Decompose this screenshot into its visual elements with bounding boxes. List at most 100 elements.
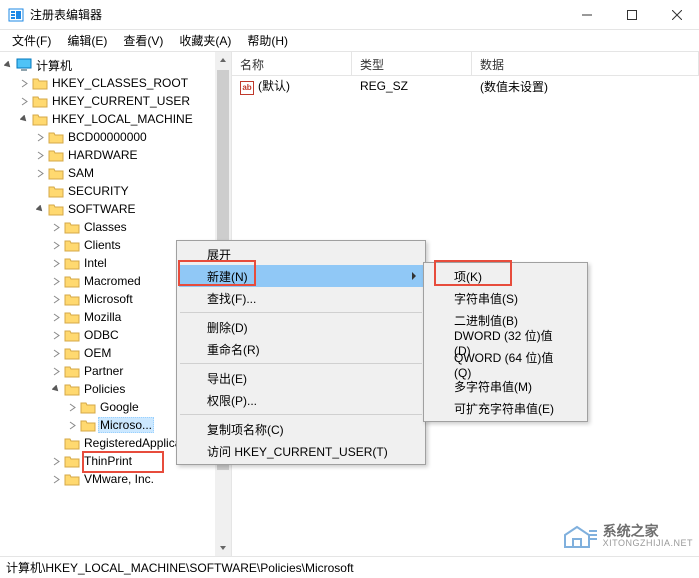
expander-icon[interactable]	[64, 421, 80, 430]
window-title: 注册表编辑器	[30, 6, 564, 23]
menu-edit[interactable]: 编辑(E)	[59, 30, 115, 51]
watermark-cn: 系统之家	[603, 524, 693, 539]
folder-icon	[32, 76, 48, 90]
submenu-key[interactable]: 项(K)	[426, 265, 585, 287]
folder-icon	[64, 238, 80, 252]
menu-export[interactable]: 导出(E)	[179, 367, 423, 389]
folder-icon	[64, 382, 80, 396]
menu-separator	[180, 363, 422, 364]
expander-icon[interactable]	[32, 151, 48, 160]
folder-icon	[64, 310, 80, 324]
folder-icon	[64, 436, 80, 450]
menu-expand[interactable]: 展开	[179, 243, 423, 265]
tree-vmware[interactable]: VMware, Inc.	[0, 470, 231, 488]
tree-hardware[interactable]: HARDWARE	[0, 146, 231, 164]
menu-separator	[180, 414, 422, 415]
maximize-button[interactable]	[609, 0, 654, 30]
column-data[interactable]: 数据	[472, 52, 699, 75]
folder-icon	[64, 274, 80, 288]
expander-icon[interactable]	[48, 367, 64, 376]
expander-icon[interactable]	[16, 79, 32, 88]
expander-icon[interactable]	[48, 385, 64, 394]
folder-icon	[64, 292, 80, 306]
expander-icon[interactable]	[32, 133, 48, 142]
status-path: 计算机\HKEY_LOCAL_MACHINE\SOFTWARE\Policies…	[6, 559, 354, 576]
folder-icon	[48, 130, 64, 144]
submenu-qword[interactable]: QWORD (64 位)值(Q)	[426, 353, 585, 375]
folder-icon	[64, 472, 80, 486]
menu-new[interactable]: 新建(N)	[179, 265, 423, 287]
minimize-button[interactable]	[564, 0, 609, 30]
submenu-new: 项(K) 字符串值(S) 二进制值(B) DWORD (32 位)值(D) QW…	[423, 262, 588, 422]
expander-icon[interactable]	[32, 169, 48, 178]
close-button[interactable]	[654, 0, 699, 30]
expander-icon[interactable]	[64, 403, 80, 412]
menu-rename[interactable]: 重命名(R)	[179, 338, 423, 360]
folder-icon	[48, 184, 64, 198]
expander-icon[interactable]	[16, 115, 32, 124]
value-type: REG_SZ	[352, 79, 472, 93]
submenu-string[interactable]: 字符串值(S)	[426, 287, 585, 309]
tree-bcd[interactable]: BCD00000000	[0, 128, 231, 146]
column-type[interactable]: 类型	[352, 52, 472, 75]
tree-software[interactable]: SOFTWARE	[0, 200, 231, 218]
value-data: (数值未设置)	[472, 78, 699, 95]
expander-icon[interactable]	[48, 331, 64, 340]
expander-icon[interactable]	[48, 475, 64, 484]
computer-icon	[16, 58, 32, 72]
menu-favorites[interactable]: 收藏夹(A)	[171, 30, 239, 51]
watermark: 系统之家 XITONGZHIJIA.NET	[563, 521, 693, 552]
tree-sam[interactable]: SAM	[0, 164, 231, 182]
submenu-expandstring[interactable]: 可扩充字符串值(E)	[426, 397, 585, 419]
menubar: 文件(F) 编辑(E) 查看(V) 收藏夹(A) 帮助(H)	[0, 30, 699, 52]
watermark-icon	[563, 521, 599, 552]
menu-delete[interactable]: 删除(D)	[179, 316, 423, 338]
expander-icon[interactable]	[48, 259, 64, 268]
menu-copy-key-name[interactable]: 复制项名称(C)	[179, 418, 423, 440]
expander-icon[interactable]	[48, 241, 64, 250]
menu-find[interactable]: 查找(F)...	[179, 287, 423, 309]
tree-classes[interactable]: Classes	[0, 218, 231, 236]
menu-view[interactable]: 查看(V)	[115, 30, 171, 51]
column-name[interactable]: 名称	[232, 52, 352, 75]
tree-hkcu[interactable]: HKEY_CURRENT_USER	[0, 92, 231, 110]
folder-icon	[80, 418, 96, 432]
expander-icon[interactable]	[16, 97, 32, 106]
expander-icon[interactable]	[48, 313, 64, 322]
expander-icon[interactable]	[0, 61, 16, 70]
folder-icon	[64, 328, 80, 342]
expander-icon[interactable]	[48, 223, 64, 232]
folder-icon	[32, 94, 48, 108]
string-value-icon: ab	[240, 81, 254, 95]
scroll-up-icon[interactable]	[215, 52, 231, 68]
folder-icon	[48, 148, 64, 162]
statusbar: 计算机\HKEY_LOCAL_MACHINE\SOFTWARE\Policies…	[0, 556, 699, 578]
expander-icon[interactable]	[48, 295, 64, 304]
titlebar: 注册表编辑器	[0, 0, 699, 30]
tree-hklm[interactable]: HKEY_LOCAL_MACHINE	[0, 110, 231, 128]
menu-separator	[180, 312, 422, 313]
expander-icon[interactable]	[32, 205, 48, 214]
expander-icon[interactable]	[48, 277, 64, 286]
menu-goto-hkcu[interactable]: 访问 HKEY_CURRENT_USER(T)	[179, 440, 423, 462]
folder-icon	[80, 400, 96, 414]
folder-icon	[48, 166, 64, 180]
folder-icon	[64, 364, 80, 378]
menu-file[interactable]: 文件(F)	[4, 30, 59, 51]
list-row[interactable]: ab(默认) REG_SZ (数值未设置)	[232, 76, 699, 96]
tree-hkcr[interactable]: HKEY_CLASSES_ROOT	[0, 74, 231, 92]
folder-icon	[64, 220, 80, 234]
tree-security[interactable]: SECURITY	[0, 182, 231, 200]
expander-icon[interactable]	[48, 457, 64, 466]
tree-label: 计算机	[34, 57, 74, 74]
tree-root[interactable]: 计算机	[0, 56, 231, 74]
submenu-arrow-icon	[411, 269, 417, 283]
list-header: 名称 类型 数据	[232, 52, 699, 76]
menu-help[interactable]: 帮助(H)	[239, 30, 296, 51]
folder-icon	[32, 112, 48, 126]
folder-icon	[48, 202, 64, 216]
scroll-down-icon[interactable]	[215, 540, 231, 556]
menu-permissions[interactable]: 权限(P)...	[179, 389, 423, 411]
expander-icon[interactable]	[48, 349, 64, 358]
folder-icon	[64, 346, 80, 360]
